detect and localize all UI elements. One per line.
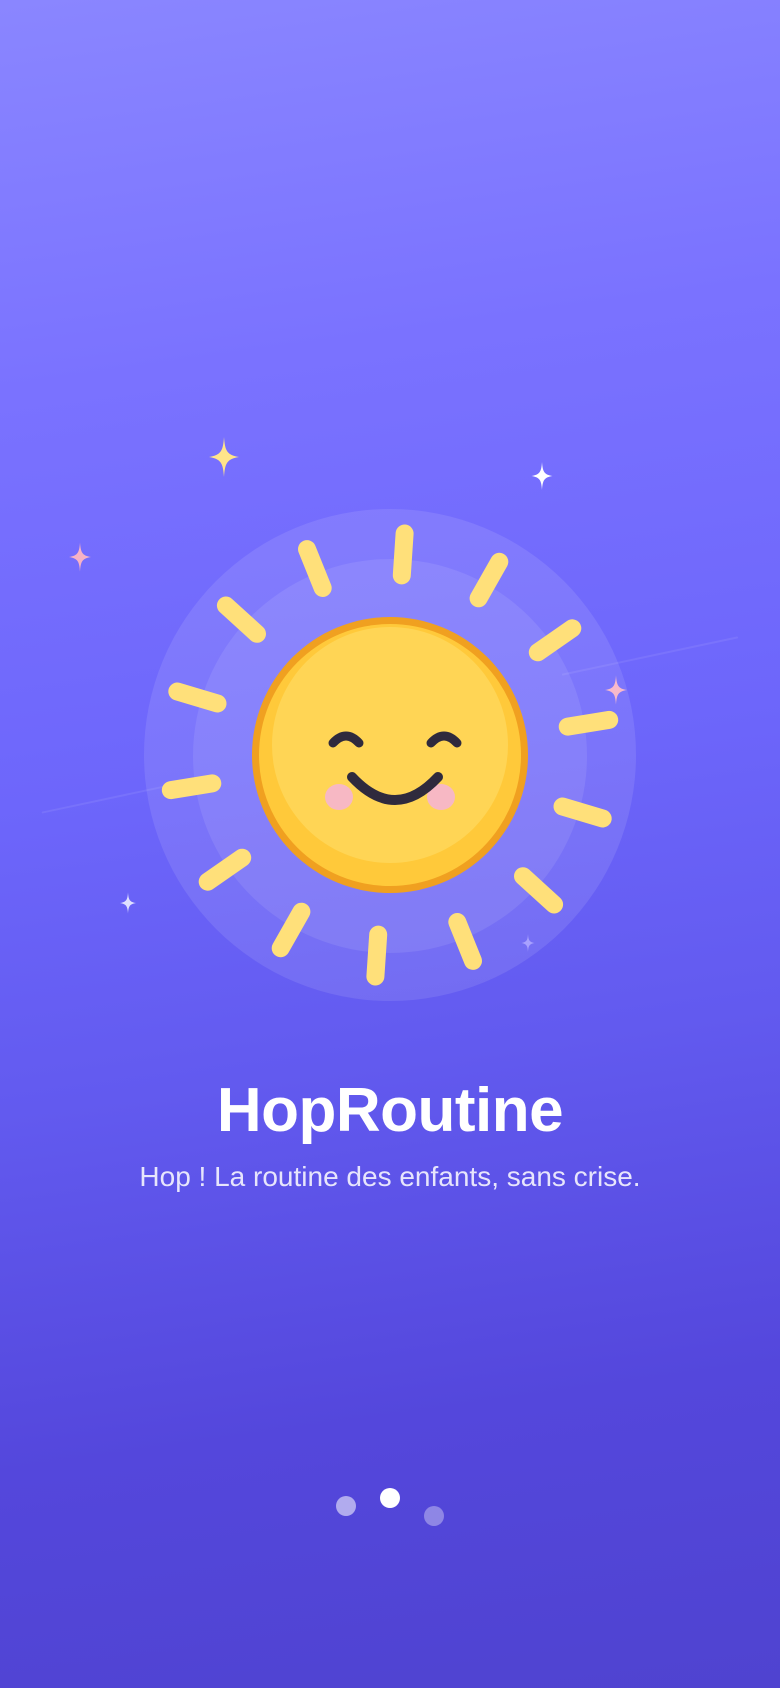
- sun-ray: [161, 774, 222, 800]
- loading-dot: [336, 1496, 356, 1516]
- loading-dot-active: [380, 1488, 400, 1508]
- sparkle-icon: [209, 437, 239, 477]
- splash-screen: HopRoutine Hop ! La routine des enfants,…: [0, 0, 780, 1688]
- sun-body-highlight: [272, 627, 508, 863]
- sun-ray: [392, 524, 414, 585]
- sun-ray: [298, 540, 332, 597]
- sun-ray: [271, 902, 311, 958]
- sun-ray: [553, 797, 612, 828]
- sun-ray: [448, 913, 482, 970]
- sparkle-icon: [120, 892, 136, 914]
- left-cheek: [325, 784, 353, 810]
- sun-ray: [514, 867, 564, 914]
- sun-ray: [469, 552, 509, 608]
- sun-ray: [216, 596, 266, 643]
- sun-ray: [168, 682, 227, 713]
- app-tagline: Hop ! La routine des enfants, sans crise…: [139, 1161, 641, 1192]
- sun-ray: [528, 619, 582, 662]
- smiling-sun-icon: [161, 524, 619, 986]
- app-title: HopRoutine: [216, 1076, 564, 1145]
- loading-dot: [424, 1506, 444, 1526]
- loading-indicator: [0, 1480, 780, 1540]
- sun-ray: [558, 710, 619, 736]
- sparkle-icon: [69, 542, 91, 572]
- sparkle-icon: [531, 462, 553, 490]
- sun-ray: [198, 848, 252, 891]
- sun-ray: [366, 925, 388, 986]
